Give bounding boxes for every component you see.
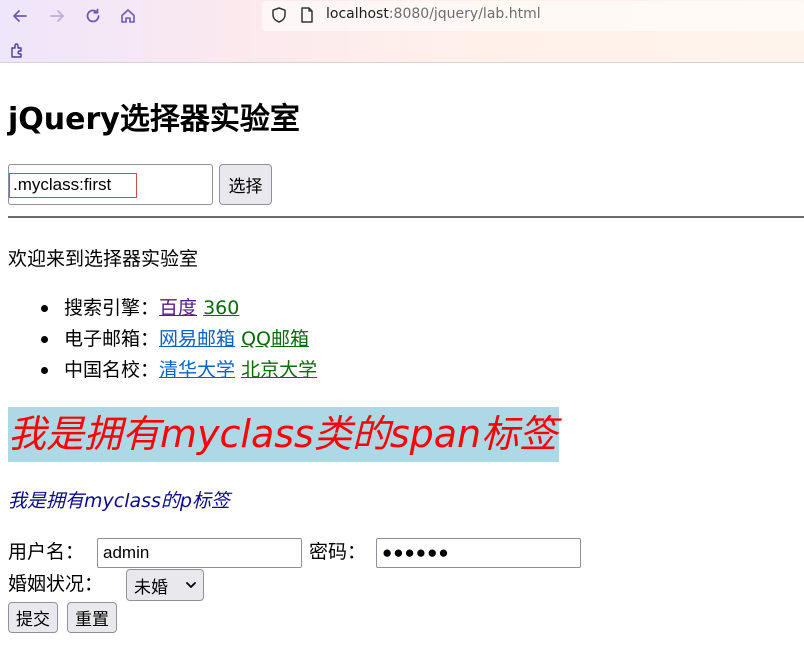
list-item: 电子邮箱：网易邮箱 QQ邮箱: [0, 324, 317, 355]
arrow-right-icon: [50, 10, 64, 22]
page-title: jQuery选择器实验室: [8, 102, 300, 137]
url-text[interactable]: localhost:8080/jquery/lab.html: [326, 6, 541, 22]
link-list: 搜索引擎：百度 360 电子邮箱：网易邮箱 QQ邮箱 中国名校：清华大学 北京大…: [0, 293, 317, 386]
page-icon[interactable]: [299, 6, 315, 28]
page-content: jQuery选择器实验室 选择 欢迎来到选择器实验室 搜索引擎：百度 360 电…: [0, 64, 804, 672]
link-163-mail[interactable]: 网易邮箱: [159, 328, 235, 350]
home-button[interactable]: [116, 4, 140, 28]
myclass-paragraph: 我是拥有myclass的p标签: [8, 490, 230, 512]
link-tsinghua[interactable]: 清华大学: [159, 359, 235, 381]
reload-button[interactable]: [81, 4, 105, 28]
welcome-text: 欢迎来到选择器实验室: [8, 248, 199, 270]
shield-icon[interactable]: [270, 6, 288, 28]
list-item-label: 中国名校：: [64, 359, 160, 381]
username-input[interactable]: [97, 538, 302, 568]
submit-button[interactable]: 提交: [8, 602, 58, 633]
list-item: 中国名校：清华大学 北京大学: [0, 355, 317, 386]
url-host: localhost: [326, 6, 389, 22]
forward-button[interactable]: [45, 4, 69, 28]
chevron-down-icon: [186, 582, 196, 588]
list-item-label: 电子邮箱：: [64, 328, 160, 350]
marital-status-label: 婚姻状况：: [8, 573, 104, 595]
link-qq-mail[interactable]: QQ邮箱: [241, 328, 309, 350]
list-item-label: 搜索引擎：: [64, 297, 160, 319]
link-pku[interactable]: 北京大学: [241, 359, 317, 381]
list-item: 搜索引擎：百度 360: [0, 293, 317, 324]
link-360[interactable]: 360: [203, 297, 239, 319]
marital-status-select[interactable]: 未婚: [126, 569, 204, 601]
back-button[interactable]: [8, 4, 32, 28]
reload-icon: [86, 8, 100, 23]
url-path: :8080/jquery/lab.html: [388, 6, 541, 22]
extension-icon[interactable]: [8, 41, 26, 63]
reset-button[interactable]: 重置: [67, 602, 117, 633]
link-baidu[interactable]: 百度: [159, 297, 197, 319]
home-icon: [121, 9, 135, 23]
select-button[interactable]: 选择: [219, 164, 272, 205]
myclass-span: 我是拥有myclass类的span标签: [8, 407, 560, 462]
browser-toolbar: localhost:8080/jquery/lab.html: [0, 0, 804, 63]
arrow-left-icon: [13, 10, 27, 22]
username-label: 用户名：: [8, 541, 85, 563]
selector-input[interactable]: [8, 164, 213, 205]
password-label: 密码：: [309, 541, 367, 563]
horizontal-rule: [8, 216, 804, 218]
marital-status-value: 未婚: [134, 577, 168, 598]
password-input[interactable]: [376, 538, 581, 568]
